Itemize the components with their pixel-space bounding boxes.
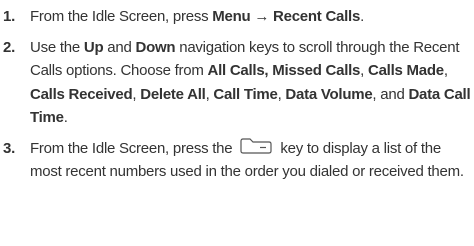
option-calls-made: Calls Made <box>368 62 444 79</box>
option-delete-all: Delete All <box>140 85 206 103</box>
step-number: 3. <box>3 139 16 157</box>
option-calls-received: Calls Received <box>30 85 133 103</box>
send-key-icon <box>238 137 274 157</box>
step-number: 2. <box>3 38 16 56</box>
option-all-missed-calls: All Calls, Missed Calls <box>207 62 361 79</box>
instruction-steps: 1. From the Idle Screen, press Menu → Re… <box>0 5 474 184</box>
step-2: 2. Use the Up and Down navigation keys t… <box>0 36 474 130</box>
step-text: From the Idle Screen, press Menu → Recen… <box>30 8 364 25</box>
option-data-volume: Data Volume <box>285 85 373 103</box>
step-3: 3. From the Idle Screen, press the key to… <box>0 137 474 184</box>
option-call-time: Call Time <box>213 85 278 103</box>
recent-calls-label: Recent Calls <box>273 8 361 25</box>
menu-label: Menu <box>212 8 251 25</box>
down-key-label: Down <box>135 38 176 56</box>
step-text: From the Idle Screen, press the key to di… <box>30 137 474 184</box>
arrow-glyph: → <box>254 8 270 25</box>
step-text: Use the Up and Down navigation keys to s… <box>30 38 471 127</box>
step-1: 1. From the Idle Screen, press Menu → Re… <box>0 5 474 29</box>
up-key-label: Up <box>83 38 104 56</box>
step-number: 1. <box>3 8 16 25</box>
